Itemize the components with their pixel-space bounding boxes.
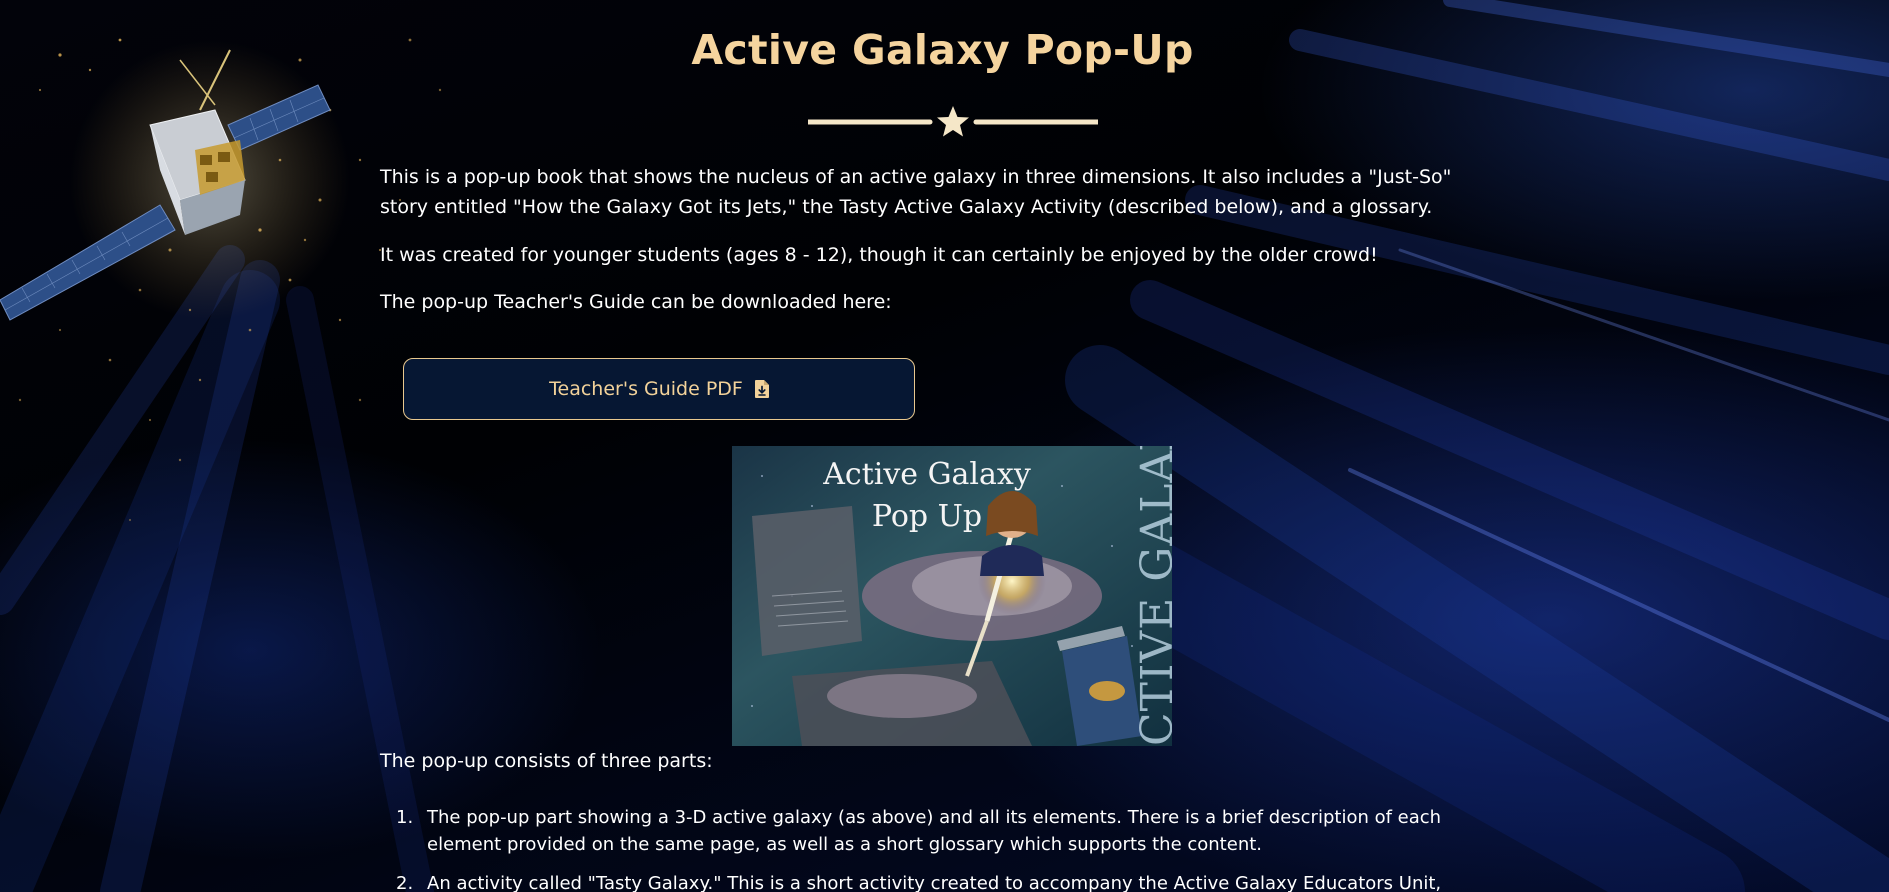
parts-heading: The pop-up consists of three parts: <box>380 750 713 772</box>
list-item-text: An activity called "Tasty Galaxy." This … <box>427 873 1442 892</box>
intro-paragraph-3: The pop-up Teacher's Guide can be downlo… <box>380 291 892 313</box>
list-item-text: The pop-up part showing a 3-D active gal… <box>427 807 1442 855</box>
list-item: 1. The pop-up part showing a 3-D active … <box>380 804 1505 858</box>
page-background: Active Galaxy Pop-Up This is a pop-up bo… <box>0 0 1889 892</box>
popup-book-cover-image: Active Galaxy Pop Up CTIVE GALAXIES <box>732 446 1172 746</box>
page-title: Active Galaxy Pop-Up <box>691 26 1194 74</box>
file-download-icon <box>754 380 769 398</box>
teachers-guide-pdf-button[interactable]: Teacher's Guide PDF <box>403 358 915 420</box>
list-item-number: 1. <box>396 807 414 828</box>
cover-title-line-1: Active Galaxy <box>823 457 1031 492</box>
intro-paragraph-1: This is a pop-up book that shows the nuc… <box>380 166 1452 218</box>
parts-list: 1. The pop-up part showing a 3-D active … <box>380 804 1505 892</box>
satellite-illustration <box>0 49 331 321</box>
list-item-number: 2. <box>396 873 414 892</box>
star-icon <box>937 106 969 137</box>
cover-side-text: CTIVE GALAXIES <box>1132 446 1172 746</box>
list-item: 2. An activity called "Tasty Galaxy." Th… <box>380 870 1505 892</box>
star-divider <box>808 106 1098 137</box>
intro-paragraph-2: It was created for younger students (age… <box>380 244 1378 266</box>
cover-title-line-2: Pop Up <box>871 499 983 534</box>
teachers-guide-pdf-label: Teacher's Guide PDF <box>549 378 743 400</box>
